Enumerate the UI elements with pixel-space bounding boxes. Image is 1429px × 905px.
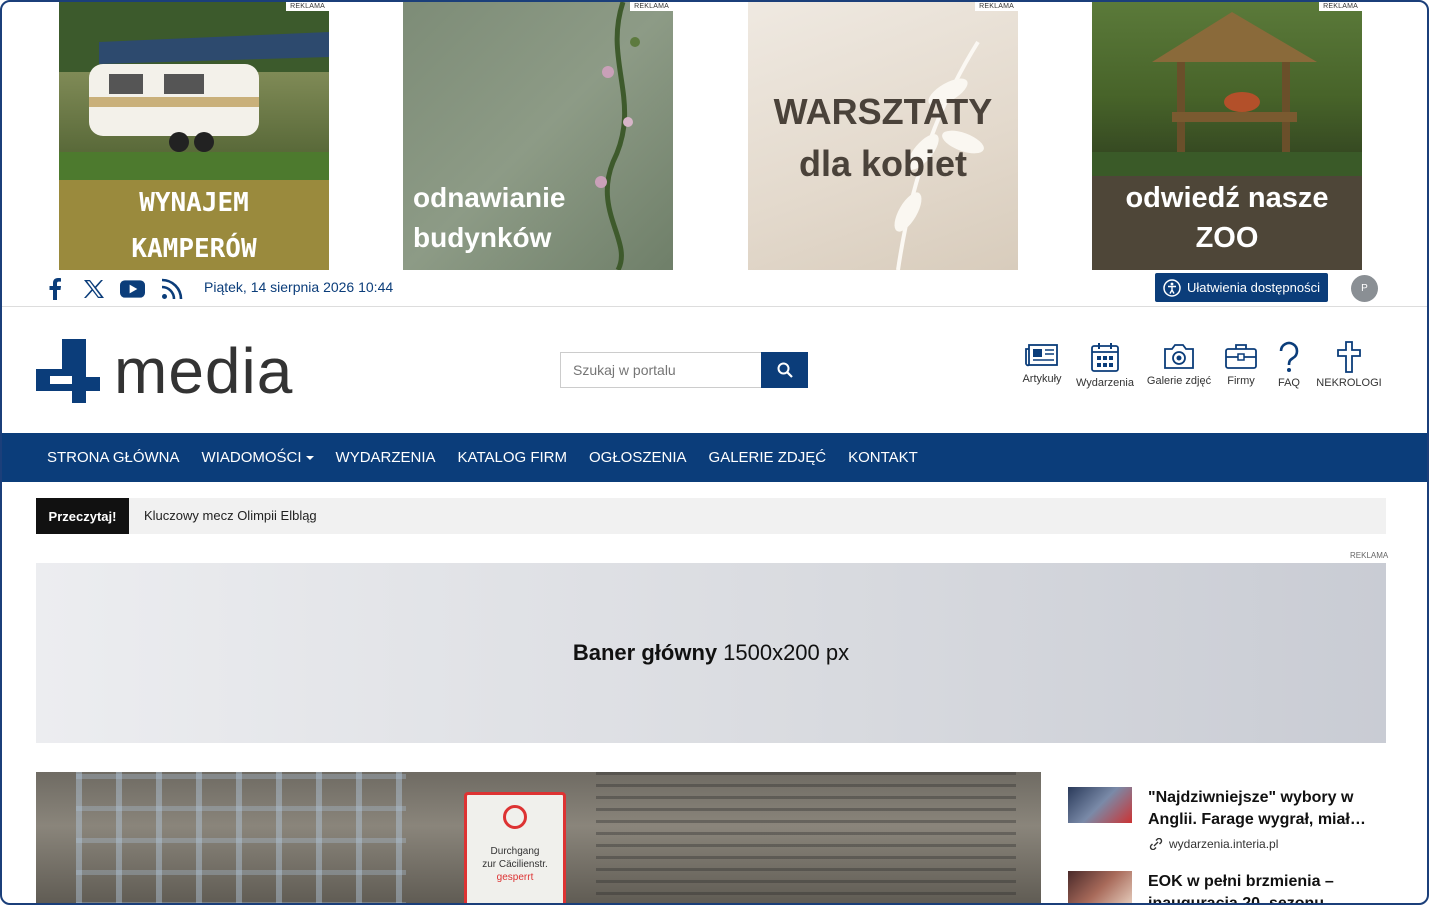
nav-galleries[interactable]: GALERIE ZDJĘĆ <box>709 449 827 466</box>
sign-text: Durchgang zur Cäcilienstr. gesperrt <box>482 846 548 883</box>
ad-label: REKLAMA <box>1319 2 1362 11</box>
chevron-down-icon <box>305 456 314 461</box>
side-news-item[interactable]: "Najdziwniejsze" wybory w Anglii. Farage… <box>1068 787 1398 857</box>
quicknav-label: Artykuły <box>1022 373 1062 385</box>
accessibility-button[interactable]: Ułatwienia dostępności <box>1155 273 1328 302</box>
ad-zoo[interactable]: odwiedź nasze ZOO REKLAMA <box>1092 2 1362 270</box>
banner-ad-label: REKLAMA <box>1350 551 1389 560</box>
top-bar: Piątek, 14 sierpnia 2026 10:44 Ułatwieni… <box>2 270 1427 307</box>
scaffold-decoration <box>76 772 406 903</box>
search-input[interactable] <box>560 352 761 388</box>
street-sign: Durchgang zur Cäcilienstr. gesperrt <box>464 792 566 903</box>
ad-campers-photo <box>59 2 329 180</box>
news-ticker: Przeczytaj! Kluczowy mecz Olimpii Elbląg <box>36 498 1386 534</box>
quicknav-faq[interactable]: FAQ <box>1274 341 1304 389</box>
nav-classifieds[interactable]: OGŁOSZENIA <box>589 449 687 466</box>
quicknav-obituaries[interactable]: NEKROLOGI <box>1316 341 1382 389</box>
ad-renovation-text: odnawianie budynków <box>413 182 566 253</box>
quicknav-galleries[interactable]: Galerie zdjęć <box>1147 341 1211 387</box>
pedestrian-sign-icon <box>503 805 527 829</box>
quicknav-companies[interactable]: Firmy <box>1223 341 1259 387</box>
logo-mark-icon <box>36 339 100 403</box>
current-date: Piątek, 14 sierpnia 2026 10:44 <box>204 279 394 295</box>
ticker-headline[interactable]: Kluczowy mecz Olimpii Elbląg <box>144 508 317 523</box>
quicknav-events[interactable]: Wydarzenia <box>1076 341 1134 389</box>
ad-campers-text: WYNAJEM KAMPERÓW <box>131 188 257 264</box>
link-icon <box>1149 838 1163 850</box>
question-icon <box>1279 341 1299 372</box>
ad-label: REKLAMA <box>286 2 329 11</box>
ad-renovation[interactable]: odnawianie budynków REKLAMA <box>403 2 673 270</box>
news-thumbnail <box>1068 871 1132 903</box>
ad-workshops-text: WARSZTATY dla kobiet <box>773 91 993 184</box>
top-ads: WYNAJEM KAMPERÓW REKLAMA odnawianie budy… <box>2 2 1427 270</box>
news-title: EOK w pełni brzmienia – inauguracja 20. … <box>1148 873 1334 905</box>
facebook-icon[interactable] <box>42 276 67 301</box>
x-icon[interactable] <box>81 276 106 301</box>
search-icon <box>777 362 793 378</box>
nav-events[interactable]: WYDARZENIA <box>336 449 436 466</box>
news-title: "Najdziwniejsze" wybory w Anglii. Farage… <box>1148 789 1366 828</box>
banner-size-text: 1500x200 px <box>723 640 850 665</box>
quicknav-label: Wydarzenia <box>1076 377 1134 389</box>
accessibility-icon <box>1163 278 1181 297</box>
briefcase-icon <box>1225 344 1257 369</box>
nav-home[interactable]: STRONA GŁÓWNA <box>47 449 180 466</box>
ad-zoo-text: odwiedź nasze ZOO <box>1125 182 1329 254</box>
ad-campers[interactable]: WYNAJEM KAMPERÓW REKLAMA <box>59 2 329 270</box>
logo-text: media <box>114 335 294 407</box>
cross-icon <box>1337 341 1361 373</box>
user-avatar[interactable]: P <box>1351 275 1378 302</box>
social-links <box>42 276 184 301</box>
site-logo[interactable]: media <box>36 338 293 404</box>
calendar-icon <box>1091 343 1119 372</box>
ad-label: REKLAMA <box>630 2 673 11</box>
rss-icon[interactable] <box>159 276 184 301</box>
vent-decoration <box>596 772 1016 903</box>
main-navigation: STRONA GŁÓWNA WIADOMOŚCI WYDARZENIA KATA… <box>2 433 1427 482</box>
quicknav-label: NEKROLOGI <box>1316 377 1382 389</box>
quicknav-articles[interactable]: Artykuły <box>1020 341 1064 385</box>
ad-label: REKLAMA <box>975 2 1018 11</box>
side-news-item[interactable]: EOK w pełni brzmienia – inauguracja 20. … <box>1068 871 1398 905</box>
news-source[interactable]: wydarzenia.interia.pl <box>1148 837 1278 851</box>
news-thumbnail <box>1068 787 1132 823</box>
banner-bold-text: Baner główny <box>572 640 718 665</box>
main-banner-ad[interactable]: Baner główny 1500x200 px <box>36 563 1386 743</box>
nav-business-directory[interactable]: KATALOG FIRM <box>458 449 567 466</box>
youtube-icon[interactable] <box>120 276 145 301</box>
nav-contact[interactable]: KONTAKT <box>848 449 918 466</box>
quicknav-label: Firmy <box>1227 375 1255 387</box>
search-form <box>560 352 808 388</box>
camera-icon <box>1164 344 1194 369</box>
ticker-label: Przeczytaj! <box>36 498 129 534</box>
quicknav-label: FAQ <box>1277 377 1300 389</box>
featured-article-image[interactable]: Durchgang zur Cäcilienstr. gesperrt <box>36 772 1041 903</box>
nav-news[interactable]: WIADOMOŚCI <box>202 449 314 466</box>
quicknav-label: Galerie zdjęć <box>1146 375 1212 387</box>
ad-zoo-photo <box>1092 2 1362 176</box>
browser-frame: WYNAJEM KAMPERÓW REKLAMA odnawianie budy… <box>0 0 1429 905</box>
ad-workshops[interactable]: WARSZTATY dla kobiet REKLAMA <box>748 2 1018 270</box>
accessibility-label: Ułatwienia dostępności <box>1187 280 1320 295</box>
newspaper-icon <box>1025 344 1058 367</box>
news-source-text: wydarzenia.interia.pl <box>1169 837 1279 851</box>
nav-news-label: WIADOMOŚCI <box>201 449 302 466</box>
search-button[interactable] <box>761 352 808 388</box>
